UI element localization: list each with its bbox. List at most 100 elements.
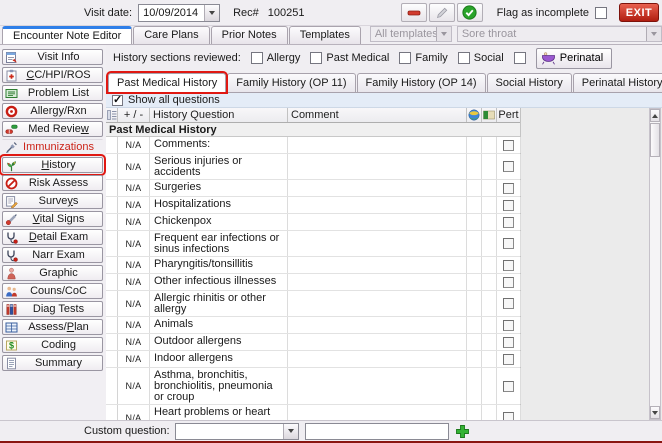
- comment-column-header[interactable]: Comment: [288, 108, 467, 122]
- review-checkbox[interactable]: [310, 52, 323, 64]
- history-tab[interactable]: Family History (OP 14): [356, 73, 486, 92]
- row-comment[interactable]: [288, 257, 467, 273]
- main-tab[interactable]: Templates: [288, 26, 361, 44]
- sidebar-item-graphic[interactable]: Graphic: [2, 265, 103, 281]
- row-status[interactable]: N/A: [118, 231, 150, 256]
- row-status[interactable]: N/A: [118, 291, 150, 316]
- visit-date-dropdown-button[interactable]: [204, 4, 220, 21]
- question-row[interactable]: N/A Surgeries: [106, 180, 521, 197]
- row-comment[interactable]: [288, 368, 467, 404]
- sidebar-item-immunizations[interactable]: Immunizations: [2, 139, 103, 155]
- custom-question-select[interactable]: [174, 422, 299, 440]
- row-comment[interactable]: [288, 197, 467, 213]
- pert-checkbox[interactable]: [503, 298, 514, 309]
- row-status[interactable]: N/A: [118, 317, 150, 333]
- grid-group-row[interactable]: Past Medical History: [106, 123, 520, 137]
- question-row[interactable]: N/A Asthma, bronchitis, bronchiolitis, p…: [106, 368, 521, 405]
- history-tab[interactable]: Social History: [486, 73, 572, 92]
- row-comment[interactable]: [288, 317, 467, 333]
- sidebar-item-detail-exam[interactable]: Detail Exam: [2, 229, 103, 245]
- question-row[interactable]: N/A Heart problems or heart murmur: [106, 405, 521, 420]
- plusminus-column-header[interactable]: + / -: [118, 108, 150, 122]
- row-status[interactable]: N/A: [118, 214, 150, 230]
- row-comment[interactable]: [288, 214, 467, 230]
- question-row[interactable]: N/A Indoor allergens: [106, 351, 521, 368]
- history-tab[interactable]: Past Medical History: [105, 71, 229, 94]
- scrollbar-thumb[interactable]: [650, 123, 660, 157]
- sidebar-item-risk-assess[interactable]: Risk Assess: [2, 175, 103, 191]
- pert-checkbox[interactable]: [503, 412, 514, 420]
- row-status[interactable]: N/A: [118, 257, 150, 273]
- review-checkbox[interactable]: [513, 52, 526, 64]
- row-comment[interactable]: [288, 154, 467, 179]
- question-row[interactable]: N/A Serious injuries or accidents: [106, 154, 521, 180]
- row-status[interactable]: N/A: [118, 197, 150, 213]
- pert-checkbox[interactable]: [503, 336, 514, 348]
- question-row[interactable]: N/A Animals: [106, 317, 521, 334]
- main-tab[interactable]: Prior Notes: [210, 26, 288, 44]
- row-comment[interactable]: [288, 405, 467, 420]
- sidebar-item-visit-info[interactable]: Visit Info: [2, 49, 103, 65]
- pert-checkbox[interactable]: [503, 353, 514, 365]
- sidebar-item-vital-signs[interactable]: Vital Signs: [2, 211, 103, 227]
- row-status[interactable]: N/A: [118, 351, 150, 367]
- exit-button[interactable]: EXIT: [619, 3, 659, 22]
- row-status[interactable]: N/A: [118, 154, 150, 179]
- perinatal-button[interactable]: Perinatal: [535, 47, 613, 69]
- pert-checkbox[interactable]: [503, 216, 514, 228]
- question-row[interactable]: N/A Other infectious illnesses: [106, 274, 521, 291]
- sidebar-item-narr-exam[interactable]: Narr Exam: [2, 247, 103, 263]
- question-row[interactable]: N/A Allergic rhinitis or other allergy: [106, 291, 521, 317]
- question-row[interactable]: N/A Frequent ear infections or sinus inf…: [106, 231, 521, 257]
- web-column-header[interactable]: [467, 108, 482, 122]
- history-tab[interactable]: Perinatal History: [572, 73, 662, 92]
- pert-checkbox[interactable]: [503, 139, 514, 151]
- pert-checkbox[interactable]: [503, 182, 514, 194]
- review-checkbox[interactable]: [457, 52, 470, 64]
- sidebar-item-med-review[interactable]: Med Review: [2, 121, 103, 137]
- row-comment[interactable]: [288, 351, 467, 367]
- row-status[interactable]: N/A: [118, 180, 150, 196]
- row-comment[interactable]: [288, 137, 467, 153]
- sidebar-item-history[interactable]: History: [0, 154, 106, 176]
- custom-question-dropdown-button[interactable]: [282, 423, 298, 439]
- sidebar-item-couns-coc[interactable]: Couns/CoC: [2, 283, 103, 299]
- question-row[interactable]: N/A Hospitalizations: [106, 197, 521, 214]
- visit-date-select[interactable]: 10/09/2014: [138, 3, 221, 22]
- question-column-header[interactable]: History Question: [150, 108, 288, 122]
- scrollbar-track[interactable]: [650, 157, 660, 406]
- row-status[interactable]: N/A: [118, 137, 150, 153]
- pert-checkbox[interactable]: [503, 276, 514, 288]
- sidebar-item-assess-plan[interactable]: Assess/Plan: [2, 319, 103, 335]
- sidebar-item-allergy-rxn[interactable]: Allergy/Rxn: [2, 103, 103, 119]
- question-row[interactable]: N/A Comments:: [106, 137, 521, 154]
- pert-checkbox[interactable]: [503, 161, 514, 172]
- pert-checkbox[interactable]: [503, 238, 514, 249]
- sidebar-item-surveys[interactable]: Surveys: [2, 193, 103, 209]
- sidebar-item-diag-tests[interactable]: Diag Tests: [2, 301, 103, 317]
- sidebar-item-cc-hpi-ros[interactable]: CC/HPI/ROS: [2, 67, 103, 83]
- scroll-down-button[interactable]: [650, 406, 660, 419]
- row-comment[interactable]: [288, 334, 467, 350]
- flag-incomplete-checkbox[interactable]: [595, 6, 607, 19]
- row-comment[interactable]: [288, 231, 467, 256]
- edit-note-button[interactable]: [428, 3, 455, 22]
- vertical-scrollbar[interactable]: [649, 108, 661, 420]
- approve-note-button[interactable]: [456, 3, 483, 22]
- pert-checkbox[interactable]: [503, 319, 514, 331]
- main-tab[interactable]: Encounter Note Editor: [2, 26, 133, 44]
- pert-checkbox[interactable]: [503, 380, 514, 392]
- row-comment[interactable]: [288, 274, 467, 290]
- question-row[interactable]: N/A Chickenpox: [106, 214, 521, 231]
- row-status[interactable]: N/A: [118, 334, 150, 350]
- question-row[interactable]: N/A Pharyngitis/tonsillitis: [106, 257, 521, 274]
- pert-checkbox[interactable]: [503, 199, 514, 211]
- add-custom-question-button[interactable]: [454, 422, 472, 440]
- show-all-checkbox[interactable]: [112, 93, 123, 106]
- remove-note-button[interactable]: [400, 3, 427, 22]
- pert-checkbox[interactable]: [503, 259, 514, 271]
- sidebar-item-problem-list[interactable]: Problem List: [2, 85, 103, 101]
- main-tab[interactable]: Care Plans: [133, 26, 210, 44]
- row-comment[interactable]: [288, 180, 467, 196]
- scroll-up-button[interactable]: [650, 109, 660, 122]
